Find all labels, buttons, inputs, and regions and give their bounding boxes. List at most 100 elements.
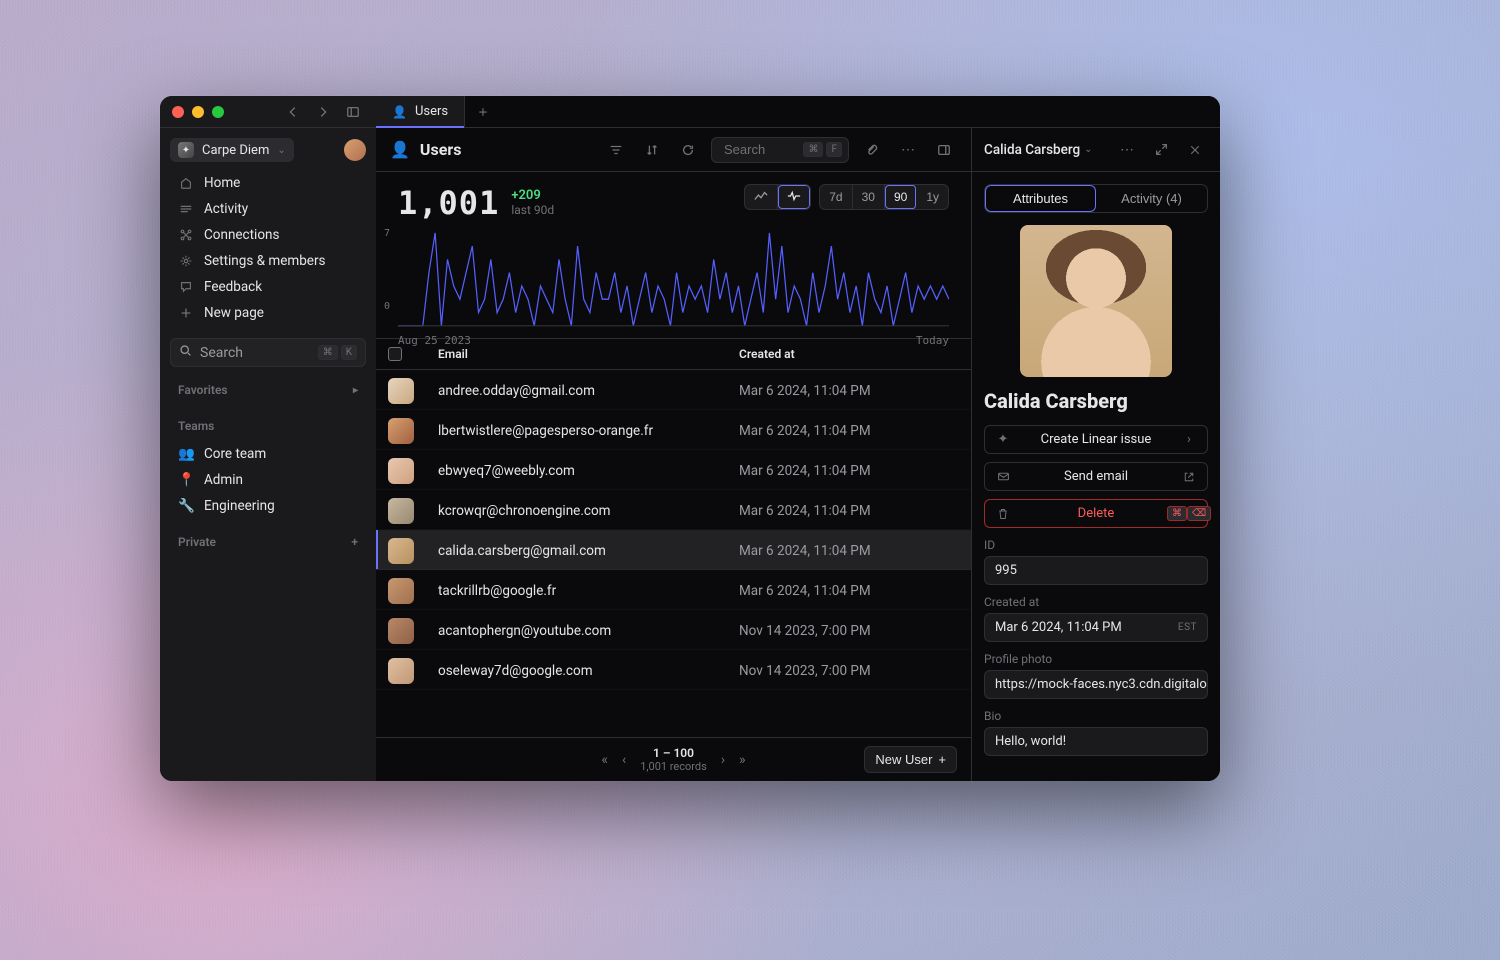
more-icon[interactable]: ⋯ — [895, 137, 921, 163]
nav-label: Settings & members — [204, 253, 326, 269]
tab-label: Users — [415, 104, 448, 119]
minimize-window[interactable] — [192, 106, 204, 118]
kbd-k: K — [341, 345, 357, 360]
sidebar-toggle-icon[interactable] — [342, 101, 364, 123]
sidebar-search[interactable]: Search ⌘ K — [170, 338, 366, 367]
field-bio[interactable]: Hello, world! — [984, 727, 1208, 756]
nav-home[interactable]: Home — [170, 170, 366, 196]
detail-title[interactable]: Calida Carsberg ⌄ — [984, 142, 1093, 158]
more-icon[interactable]: ⋯ — [1114, 137, 1140, 163]
avatar — [388, 458, 414, 484]
nav-settings-members[interactable]: Settings & members — [170, 248, 366, 274]
table-search[interactable]: ⌘ F — [711, 137, 849, 163]
field-id[interactable]: 995 — [984, 556, 1208, 585]
table-row[interactable]: acantophergn@youtube.comNov 14 2023, 7:0… — [376, 610, 971, 650]
pager-prev[interactable]: ‹ — [622, 752, 626, 768]
nav-activity[interactable]: Activity — [170, 196, 366, 222]
pager-total: 1,001 records — [640, 760, 707, 773]
section-private[interactable]: Private + — [170, 521, 366, 555]
filter-icon[interactable] — [603, 137, 629, 163]
traffic-lights — [172, 106, 224, 118]
nav-label: New page — [204, 305, 264, 321]
expand-icon[interactable] — [1148, 137, 1174, 163]
table-row[interactable]: andree.odday@gmail.comMar 6 2024, 11:04 … — [376, 370, 971, 410]
kbd-f: F — [826, 142, 842, 157]
detail-panel: Calida Carsberg ⌄ ⋯ Attributes Activity … — [972, 128, 1220, 781]
team-engineering[interactable]: 🔧Engineering — [170, 493, 366, 519]
cell-email: oseleway7d@google.com — [438, 663, 739, 679]
range-7d[interactable]: 7d — [820, 185, 852, 209]
close-icon[interactable] — [1182, 137, 1208, 163]
table-row[interactable]: calida.carsberg@gmail.comMar 6 2024, 11:… — [376, 530, 971, 570]
chevron-right-icon: ▸ — [353, 385, 358, 396]
tabbar: 👤 Users — [376, 96, 1220, 128]
select-all-checkbox[interactable] — [388, 347, 402, 361]
range-30[interactable]: 30 — [853, 185, 885, 209]
table-body: andree.odday@gmail.comMar 6 2024, 11:04 … — [376, 370, 971, 737]
col-created[interactable]: Created at — [739, 347, 959, 361]
cell-created: Mar 6 2024, 11:04 PM — [739, 543, 959, 559]
col-email[interactable]: Email — [438, 347, 739, 361]
field-photo[interactable]: https://mock-faces.nyc3.cdn.digitalo — [984, 670, 1208, 699]
tab-add[interactable] — [465, 96, 501, 127]
create-linear-issue-button[interactable]: ✦ Create Linear issue › — [984, 425, 1208, 454]
team-label: Admin — [204, 472, 243, 488]
range-90[interactable]: 90 — [885, 185, 917, 209]
pager: « ‹ 1 – 100 1,001 records › » — [601, 746, 745, 773]
close-window[interactable] — [172, 106, 184, 118]
chart-type-line[interactable] — [745, 185, 778, 209]
table-row[interactable]: ebwyeq7@weebly.comMar 6 2024, 11:04 PM — [376, 450, 971, 490]
chart-type-pulse[interactable] — [778, 185, 810, 209]
nav-label: Activity — [204, 201, 248, 217]
table-footer: « ‹ 1 – 100 1,001 records › » New User + — [376, 737, 971, 781]
table-row[interactable]: tackrillrb@google.frMar 6 2024, 11:04 PM — [376, 570, 971, 610]
field-photo-label: Profile photo — [984, 652, 1208, 666]
nav-connections[interactable]: Connections — [170, 222, 366, 248]
team-admin[interactable]: 📍Admin — [170, 467, 366, 493]
sort-icon[interactable] — [639, 137, 665, 163]
activity-icon — [178, 201, 194, 217]
pager-next[interactable]: › — [721, 752, 725, 768]
nav-new-page[interactable]: New page — [170, 300, 366, 326]
main: 👤 Users ⌘ F — [376, 128, 1220, 781]
workspace-switcher[interactable]: ✦ Carpe Diem ⌄ — [170, 138, 294, 162]
nav-forward-icon[interactable] — [312, 101, 334, 123]
kbd-backspace: ⌫ — [1187, 506, 1211, 521]
refresh-icon[interactable] — [675, 137, 701, 163]
cell-email: acantophergn@youtube.com — [438, 623, 739, 639]
search-input[interactable] — [722, 141, 792, 158]
table-row[interactable]: oseleway7d@google.comNov 14 2023, 7:00 P… — [376, 650, 971, 690]
delete-button[interactable]: Delete ⌘ ⌫ — [984, 499, 1208, 528]
x-start: Aug 25 2023 — [398, 334, 471, 347]
nav-label: Connections — [204, 227, 279, 243]
plus-icon[interactable]: + — [351, 535, 358, 549]
home-icon — [178, 175, 194, 191]
search-placeholder: Search — [200, 345, 243, 361]
section-favorites[interactable]: Favorites ▸ — [170, 369, 366, 403]
zoom-window[interactable] — [212, 106, 224, 118]
table-row[interactable]: kcrowqr@chronoengine.comMar 6 2024, 11:0… — [376, 490, 971, 530]
send-email-button[interactable]: Send email — [984, 462, 1208, 491]
range-1y[interactable]: 1y — [917, 185, 948, 209]
cell-email: kcrowqr@chronoengine.com — [438, 503, 739, 519]
pager-first[interactable]: « — [601, 752, 608, 768]
detail-tabs: Attributes Activity (4) — [984, 184, 1208, 213]
field-created[interactable]: Mar 6 2024, 11:04 PM EST — [984, 613, 1208, 642]
table-row[interactable]: lbertwistlere@pagesperso-orange.frMar 6 … — [376, 410, 971, 450]
cell-created: Nov 14 2023, 7:00 PM — [739, 623, 959, 639]
nav-feedback[interactable]: Feedback — [170, 274, 366, 300]
current-user-avatar[interactable] — [344, 139, 366, 161]
attachment-icon[interactable] — [859, 137, 885, 163]
avatar — [388, 378, 414, 404]
pager-last[interactable]: » — [739, 752, 746, 768]
workspace-icon: ✦ — [178, 142, 194, 158]
cell-email: tackrillrb@google.fr — [438, 583, 739, 599]
team-core-team[interactable]: 👥Core team — [170, 441, 366, 467]
tab-activity[interactable]: Activity (4) — [1096, 185, 1207, 212]
new-user-button[interactable]: New User + — [864, 746, 957, 773]
cell-created: Mar 6 2024, 11:04 PM — [739, 423, 959, 439]
tab-attributes[interactable]: Attributes — [985, 185, 1096, 212]
panel-toggle-icon[interactable] — [931, 137, 957, 163]
nav-back-icon[interactable] — [282, 101, 304, 123]
tab-users[interactable]: 👤 Users — [376, 96, 465, 127]
